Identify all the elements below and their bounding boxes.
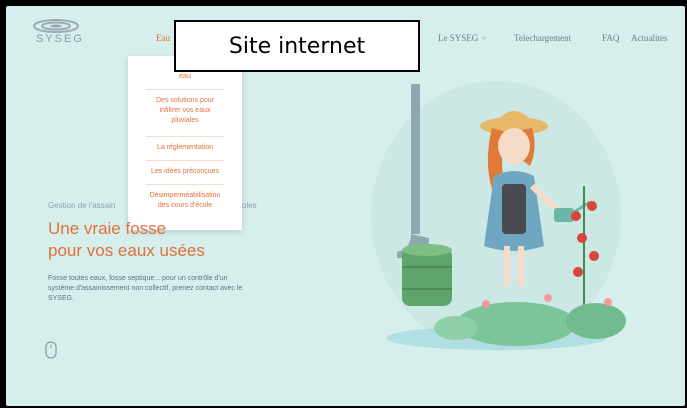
- dropdown-item-2-line1: Des solutions pour: [156, 97, 214, 104]
- dropdown-divider: [146, 184, 224, 185]
- dropdown-divider: [146, 160, 224, 161]
- nav-item-le-syseg[interactable]: Le SYSEG ▿: [438, 33, 486, 43]
- dropdown-item-2-line3: pluviales: [171, 117, 199, 124]
- hero-title: Une vraie fosse pour vos eaux usées: [48, 218, 205, 262]
- dropdown-divider: [146, 89, 224, 90]
- dropdown-item-5-line1: Désimperméabilisation: [149, 192, 221, 199]
- hero-title-line1: Une vraie fosse: [48, 219, 167, 238]
- nav-label-le-syseg: Le SYSEG: [438, 33, 479, 43]
- screenshot-frame: SYSEG Eau Le SYSEG ▿ Telechargement FAQ A…: [2, 2, 685, 406]
- chevron-down-icon: ▿: [482, 34, 487, 43]
- gardener-illustration: [371, 81, 626, 351]
- dropdown-item-2-line2: infiltrer vos eaux: [159, 107, 211, 114]
- hero-desc-line1: Fosse toutes eaux, fosse septique... pou…: [48, 275, 228, 282]
- hero-kicker-end: oles: [242, 201, 257, 210]
- nav-dropdown-menu: Comm eau Des solutions pour infiltrer vo…: [128, 56, 242, 230]
- hero-desc-line2: système d'assainissement non collectif, …: [48, 285, 243, 292]
- dropdown-item-desimpermeabilisation[interactable]: Désimperméabilisation des cours d'école: [134, 191, 236, 211]
- logo-text[interactable]: SYSEG: [36, 33, 84, 45]
- hero-desc-line3: SYSEG.: [48, 295, 75, 302]
- nav-item-eau[interactable]: Eau: [156, 33, 170, 43]
- hero-kicker: Gestion de l'assain: [48, 201, 116, 210]
- dropdown-item-5-line2: des cours d'école: [157, 202, 213, 209]
- nav-item-faq[interactable]: FAQ: [602, 33, 619, 43]
- nav-item-actualites[interactable]: Actualites: [631, 33, 668, 43]
- callout-label: Site internet: [174, 20, 420, 72]
- dropdown-item-infiltrer[interactable]: Des solutions pour infiltrer vos eaux pl…: [134, 96, 236, 126]
- mouse-scroll-icon[interactable]: [45, 341, 57, 359]
- nav-item-telechargement[interactable]: Telechargement: [514, 33, 571, 43]
- dropdown-item-idees[interactable]: Les idées préconçues: [134, 167, 236, 177]
- website-page: SYSEG Eau Le SYSEG ▿ Telechargement FAQ A…: [6, 6, 685, 406]
- hero-title-line2: pour vos eaux usées: [48, 241, 205, 260]
- dropdown-item-reglementation[interactable]: La réglementation: [134, 143, 236, 153]
- dropdown-item-1-line2: eau: [179, 73, 191, 80]
- dropdown-divider: [146, 136, 224, 137]
- hero-description: Fosse toutes eaux, fosse septique... pou…: [48, 274, 263, 304]
